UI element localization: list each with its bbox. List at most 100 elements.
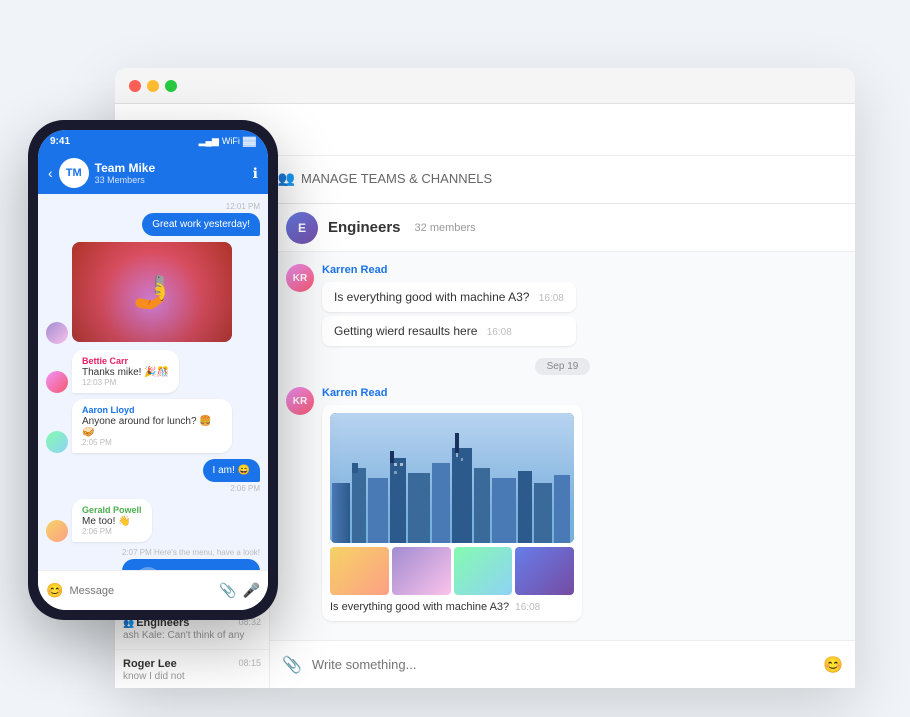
back-button[interactable]: ‹ <box>48 165 53 181</box>
phone-message-avatar <box>46 371 68 393</box>
message-row-photo: KR Karren Read <box>286 387 839 621</box>
date-divider-text: Sep 19 <box>535 358 591 375</box>
message-sender: Karren Read <box>322 264 576 276</box>
phone-file-bubble: ⬇ New Menu.PDF 328 Kb <box>122 559 260 570</box>
chat-item-roger-lee[interactable]: Roger Lee know I did not 08:15 <box>115 650 269 688</box>
message-avatar: KR <box>286 264 314 292</box>
phone-message-avatar <box>46 322 68 344</box>
message-bubble: Getting wierd resaults here 16:08 <box>322 316 576 346</box>
teams-icon: 👥 <box>278 170 295 187</box>
phone-header-info: Team Mike 33 Members <box>95 161 247 185</box>
phone-messages: 12:01 PM Great work yesterday! Bettie Ca… <box>38 194 268 570</box>
phone-message-input[interactable] <box>69 585 213 597</box>
message-time: 16:08 <box>487 327 512 338</box>
messages-area: KR Karren Read Is everything good with m… <box>270 252 855 640</box>
photo-time: 16:08 <box>515 602 540 613</box>
phone-message-group: 2:07 PM Here's the menu, have a look! ⬇ … <box>122 548 260 570</box>
phone-bubble: Bettie Carr Thanks mike! 🎉🎊 12:03 PM <box>72 350 179 393</box>
phone-message-time: 12:01 PM <box>142 202 260 211</box>
photo-caption-row: Is everything good with machine A3? 16:0… <box>330 595 574 613</box>
phone-bubble: I am! 😄 <box>203 459 260 482</box>
message-bubble: Is everything good with machine A3? 16:0… <box>322 282 576 312</box>
message-sender: Karren Read <box>322 387 582 399</box>
phone-group-photo <box>72 242 232 342</box>
phone-message-group: 12:01 PM Great work yesterday! <box>142 202 260 236</box>
phone-message-row-photo <box>46 242 260 344</box>
photo-thumb <box>454 547 513 595</box>
emoji-icon[interactable]: 😊 <box>823 655 843 675</box>
battery-icon: ▓▓ <box>243 136 256 146</box>
phone-emoji-icon[interactable]: 😊 <box>46 582 63 599</box>
message-input[interactable] <box>312 657 813 672</box>
wifi-icon: WiFi <box>222 136 240 146</box>
phone-message-avatar <box>46 431 68 453</box>
phone-members-count: 33 Members <box>95 175 247 185</box>
phone-message-time: 12:03 PM <box>82 378 169 387</box>
phone-screen: 9:41 ▂▄▆ WiFi ▓▓ ‹ TM Team Mike 33 Membe… <box>38 130 268 610</box>
chat-item-preview: ash Kale: Can't think of any <box>123 630 261 641</box>
message-avatar: KR <box>286 387 314 415</box>
phone-message-row: Bettie Carr Thanks mike! 🎉🎊 12:03 PM <box>46 350 260 393</box>
message-text: Getting wierd resaults here <box>334 324 477 338</box>
phone-input-bar: 😊 📎 🎤 <box>38 570 268 610</box>
skyline-svg <box>330 413 574 543</box>
phone-attachment-icon[interactable]: 📎 <box>219 582 236 599</box>
phone-bubble: Aaron Lloyd Anyone around for lunch? 🍔🥪 … <box>72 399 232 453</box>
phone-avatar: TM <box>59 158 89 188</box>
photo-main <box>330 413 574 543</box>
tab-manage-teams[interactable]: 👥 MANAGE TEAMS & CHANNELS <box>246 156 525 203</box>
photo-thumb <box>515 547 574 595</box>
photo-thumb <box>392 547 451 595</box>
phone-message-time: 2:05 PM <box>82 438 222 447</box>
photo-thumbs <box>330 547 574 595</box>
info-icon[interactable]: ℹ <box>253 165 258 182</box>
chat-item-preview: know I did not <box>123 671 261 682</box>
phone-time: 9:41 <box>50 136 70 147</box>
conversation-header: E Engineers 32 members <box>270 204 855 252</box>
minimize-button[interactable] <box>147 80 159 92</box>
phone-message-caption: 2:07 PM Here's the menu, have a look! <box>122 548 260 557</box>
group-photo-img <box>72 242 232 342</box>
phone-photo-bubble <box>72 242 232 344</box>
signal-icon: ▂▄▆ <box>199 136 219 147</box>
phone-message-row: I am! 😄 2:06 PM <box>46 459 260 493</box>
phone-status-icons: ▂▄▆ WiFi ▓▓ <box>199 136 256 147</box>
message-row: KR Karren Read Is everything good with m… <box>286 264 839 346</box>
close-button[interactable] <box>129 80 141 92</box>
phone-message-time: 2:06 PM <box>203 484 260 493</box>
phone-bubble: Great work yesterday! <box>142 213 260 236</box>
photo-caption: Is everything good with machine A3? <box>330 601 509 613</box>
mobile-phone: 9:41 ▂▄▆ WiFi ▓▓ ‹ TM Team Mike 33 Membe… <box>28 120 278 620</box>
phone-chat-header: ‹ TM Team Mike 33 Members ℹ <box>38 152 268 194</box>
phone-mic-icon[interactable]: 🎤 <box>243 582 260 599</box>
phone-sender-name: Bettie Carr <box>82 356 169 366</box>
phone-message-avatar <box>46 520 68 542</box>
message-time: 16:08 <box>539 293 564 304</box>
phone-sender-name: Gerald Powell <box>82 505 142 515</box>
maximize-button[interactable] <box>165 80 177 92</box>
message-bubble-group: Karren Read <box>322 387 582 621</box>
phone-message-row: Gerald Powell Me too! 👋 2:06 PM <box>46 499 260 542</box>
photo-thumb <box>330 547 389 595</box>
phone-message-row: 12:01 PM Great work yesterday! <box>46 202 260 236</box>
date-divider: Sep 19 <box>286 358 839 375</box>
tab-manage-label: MANAGE TEAMS & CHANNELS <box>301 171 492 186</box>
message-text: Is everything good with machine A3? <box>334 290 529 304</box>
photo-main-img <box>330 413 574 543</box>
phone-message-row-file: 2:07 PM Here's the menu, have a look! ⬇ … <box>46 548 260 570</box>
message-bubble-group: Karren Read Is everything good with mach… <box>322 264 576 346</box>
phone-sender-name: Aaron Lloyd <box>82 405 222 415</box>
attachment-icon[interactable]: 📎 <box>282 655 302 675</box>
browser-titlebar <box>115 68 855 104</box>
conversation-title: Engineers <box>328 219 401 236</box>
phone-chat-name: Team Mike <box>95 161 247 175</box>
phone-bubble: Gerald Powell Me too! 👋 2:06 PM <box>72 499 152 542</box>
phone-status-bar: 9:41 ▂▄▆ WiFi ▓▓ <box>38 130 268 152</box>
conversation-members: 32 members <box>415 222 476 234</box>
chat-item-time: 08:15 <box>238 658 261 668</box>
photo-message: Is everything good with machine A3? 16:0… <box>322 405 582 621</box>
conversation-avatar: E <box>286 212 318 244</box>
message-input-bar: 📎 😊 <box>270 640 855 688</box>
phone-message-row: Aaron Lloyd Anyone around for lunch? 🍔🥪 … <box>46 399 260 453</box>
phone-message-group: I am! 😄 2:06 PM <box>203 459 260 493</box>
